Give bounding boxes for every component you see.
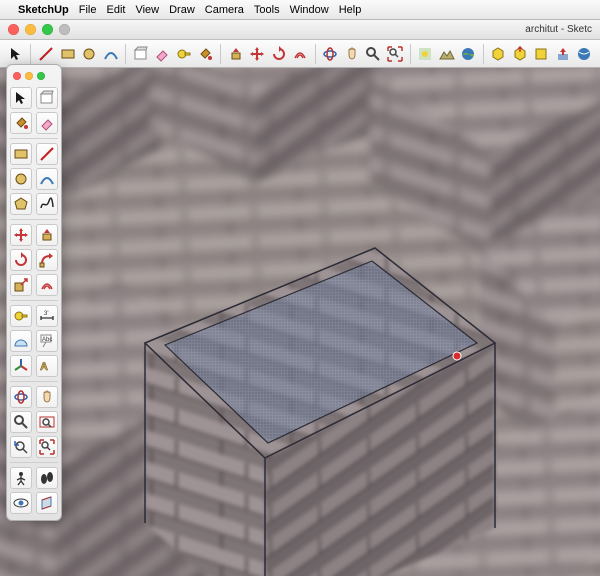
protractor-tool[interactable] (10, 330, 32, 352)
palette-separator (10, 300, 58, 301)
previous-view[interactable] (10, 436, 32, 458)
scene-canvas (0, 68, 600, 576)
offset-tool[interactable] (36, 274, 58, 296)
menu-edit[interactable]: Edit (106, 4, 125, 16)
toolbar-separator (483, 44, 484, 64)
select-tool[interactable] (6, 43, 25, 65)
tape-measure[interactable] (10, 305, 32, 327)
rectangle-tool[interactable] (58, 43, 77, 65)
axes-tool[interactable] (10, 355, 32, 377)
circle-tool[interactable] (10, 168, 32, 190)
preview-ge[interactable] (575, 43, 594, 65)
orbit-tool[interactable] (10, 386, 32, 408)
toolbar-separator (220, 44, 221, 64)
window-title: architut - Sketc (82, 24, 600, 35)
text-tool[interactable]: Abc (36, 330, 58, 352)
upload[interactable] (553, 43, 572, 65)
rotate-tool[interactable] (269, 43, 288, 65)
model-viewport[interactable] (0, 68, 600, 576)
follow-me[interactable] (36, 249, 58, 271)
orbit-tool[interactable] (321, 43, 340, 65)
arc-tool[interactable] (101, 43, 120, 65)
menu-draw[interactable]: Draw (169, 4, 195, 16)
large-tool-palette[interactable]: 3' Abc A (6, 64, 62, 521)
line-tool[interactable] (36, 143, 58, 165)
mac-menubar: SketchUp File Edit View Draw Camera Tool… (0, 0, 600, 20)
palette-separator (10, 381, 58, 382)
palette-separator (10, 462, 58, 463)
palette-min-button[interactable] (25, 72, 33, 80)
polygon-tool[interactable] (10, 193, 32, 215)
svg-text:Abc: Abc (42, 337, 52, 343)
move-tool[interactable] (10, 224, 32, 246)
palette-titlebar[interactable] (10, 69, 58, 83)
eraser-tool[interactable] (153, 43, 172, 65)
dimension-tool[interactable]: 3' (36, 305, 58, 327)
window-toolbar-toggle[interactable] (59, 24, 70, 35)
menu-camera[interactable]: Camera (205, 4, 244, 16)
add-location[interactable] (415, 43, 434, 65)
zoom-extents[interactable] (36, 436, 58, 458)
palette-close-button[interactable] (13, 72, 21, 80)
scale-tool[interactable] (10, 274, 32, 296)
palette-zoom-button[interactable] (37, 72, 45, 80)
section-plane[interactable] (36, 492, 58, 514)
share-component[interactable] (532, 43, 551, 65)
main-toolbar (0, 40, 600, 68)
position-camera[interactable] (10, 467, 32, 489)
zoom-extents[interactable] (385, 43, 404, 65)
toolbar-separator (315, 44, 316, 64)
menu-file[interactable]: File (79, 4, 97, 16)
palette-tools-grid: 3' Abc A (10, 87, 58, 514)
zoom-tool[interactable] (10, 411, 32, 433)
toggle-terrain[interactable] (437, 43, 456, 65)
toolbar-separator (410, 44, 411, 64)
menu-help[interactable]: Help (339, 4, 362, 16)
make-component[interactable] (36, 87, 58, 109)
rotate-tool[interactable] (10, 249, 32, 271)
window-titlebar: architut - Sketc (0, 20, 600, 40)
walk-tool[interactable] (36, 467, 58, 489)
zoom-tool[interactable] (364, 43, 383, 65)
svg-text:A: A (40, 361, 48, 373)
circle-tool[interactable] (79, 43, 98, 65)
zoom-window[interactable] (36, 411, 58, 433)
app-menu[interactable]: SketchUp (18, 4, 69, 16)
select-tool[interactable] (10, 87, 32, 109)
window-zoom-button[interactable] (42, 24, 53, 35)
move-tool[interactable] (247, 43, 266, 65)
paint-bucket[interactable] (196, 43, 215, 65)
menu-window[interactable]: Window (290, 4, 329, 16)
tape-measure[interactable] (174, 43, 193, 65)
svg-text:3': 3' (44, 311, 48, 317)
pan-tool[interactable] (342, 43, 361, 65)
toolbar-separator (125, 44, 126, 64)
make-component[interactable] (131, 43, 150, 65)
menu-tools[interactable]: Tools (254, 4, 280, 16)
eraser-tool[interactable] (36, 112, 58, 134)
menu-view[interactable]: View (135, 4, 159, 16)
push-pull[interactable] (226, 43, 245, 65)
palette-separator (10, 219, 58, 220)
window-minimize-button[interactable] (25, 24, 36, 35)
toolbar-separator (30, 44, 31, 64)
arc-tool[interactable] (36, 168, 58, 190)
palette-separator (10, 138, 58, 139)
push-pull[interactable] (36, 224, 58, 246)
google-earth[interactable] (458, 43, 477, 65)
inference-endpoint-icon (453, 352, 461, 360)
3d-text-tool[interactable]: A (36, 355, 58, 377)
look-around[interactable] (10, 492, 32, 514)
line-tool[interactable] (36, 43, 55, 65)
freehand-tool[interactable] (36, 193, 58, 215)
offset-tool[interactable] (290, 43, 309, 65)
pan-tool[interactable] (36, 386, 58, 408)
window-close-button[interactable] (8, 24, 19, 35)
rectangle-tool[interactable] (10, 143, 32, 165)
share-model[interactable] (510, 43, 529, 65)
paint-bucket[interactable] (10, 112, 32, 134)
get-models[interactable] (489, 43, 508, 65)
